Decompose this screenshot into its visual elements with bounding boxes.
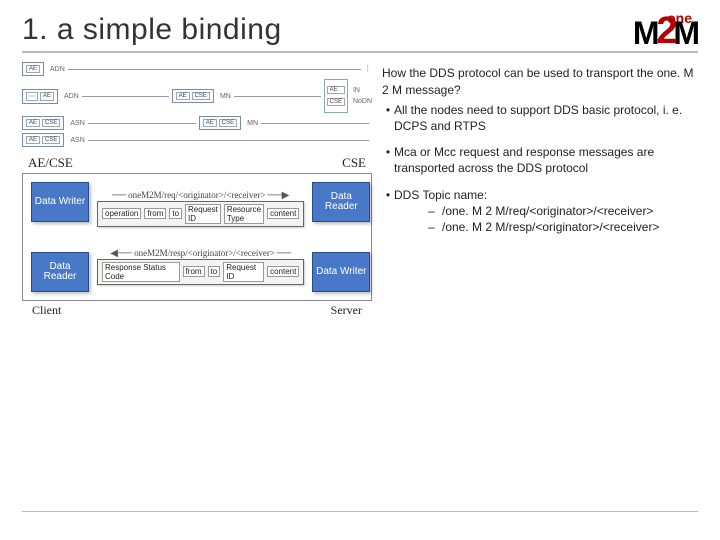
asn-node: AECSE: [22, 116, 64, 130]
req-message-fields: operation from to Request ID Resource Ty…: [97, 201, 304, 227]
resp-message-fields: Response Status Code from to Request ID …: [97, 259, 304, 285]
client-server-diagram: AE/CSE CSE Data Writer Data Reader ──one…: [22, 155, 372, 318]
data-writer-block: Data Writer: [312, 252, 370, 292]
bullet-1: All the nodes need to support DDS basic …: [394, 102, 698, 134]
req-topic-path: oneM2M/req/<originator>/<receiver>: [128, 190, 265, 200]
adn-node: AE: [22, 62, 44, 76]
resp-topic-path: oneM2M/resp/<originator>/<receiver>: [134, 248, 275, 258]
footer-divider: [22, 511, 698, 512]
mn-node: AECSE: [172, 89, 214, 103]
server-label: Server: [331, 303, 362, 318]
bullet-3: DDS Topic name:: [394, 188, 487, 202]
explanatory-text: How the DDS protocol can be used to tran…: [382, 59, 698, 318]
data-reader-block: Data Reader: [31, 252, 89, 292]
asn-node: AECSE: [22, 133, 64, 147]
topic-req: /one. M 2 M/req/<originator>/<receiver>: [442, 204, 653, 218]
architecture-diagram: AE ADN │ ⋯AE ADN AECSE MN AE CSE: [22, 62, 372, 147]
topic-resp: /one. M 2 M/resp/<originator>/<receiver>: [442, 220, 659, 234]
in-node: AE CSE: [324, 79, 348, 113]
aecse-label: AE/CSE: [28, 155, 73, 171]
client-label: Client: [32, 303, 61, 318]
slide-title: 1. a simple binding: [22, 13, 282, 47]
data-writer-block: Data Writer: [31, 182, 89, 222]
cse-label: CSE: [342, 155, 366, 171]
adn-node: ⋯AE: [22, 89, 58, 104]
question-text: How the DDS protocol can be used to tran…: [382, 65, 698, 97]
bullet-2: Mca or Mcc request and response messages…: [394, 144, 698, 176]
mn-node: AECSE: [199, 116, 241, 130]
data-reader-block: Data Reader: [312, 182, 370, 222]
onem2m-logo: one M2M: [633, 12, 698, 47]
